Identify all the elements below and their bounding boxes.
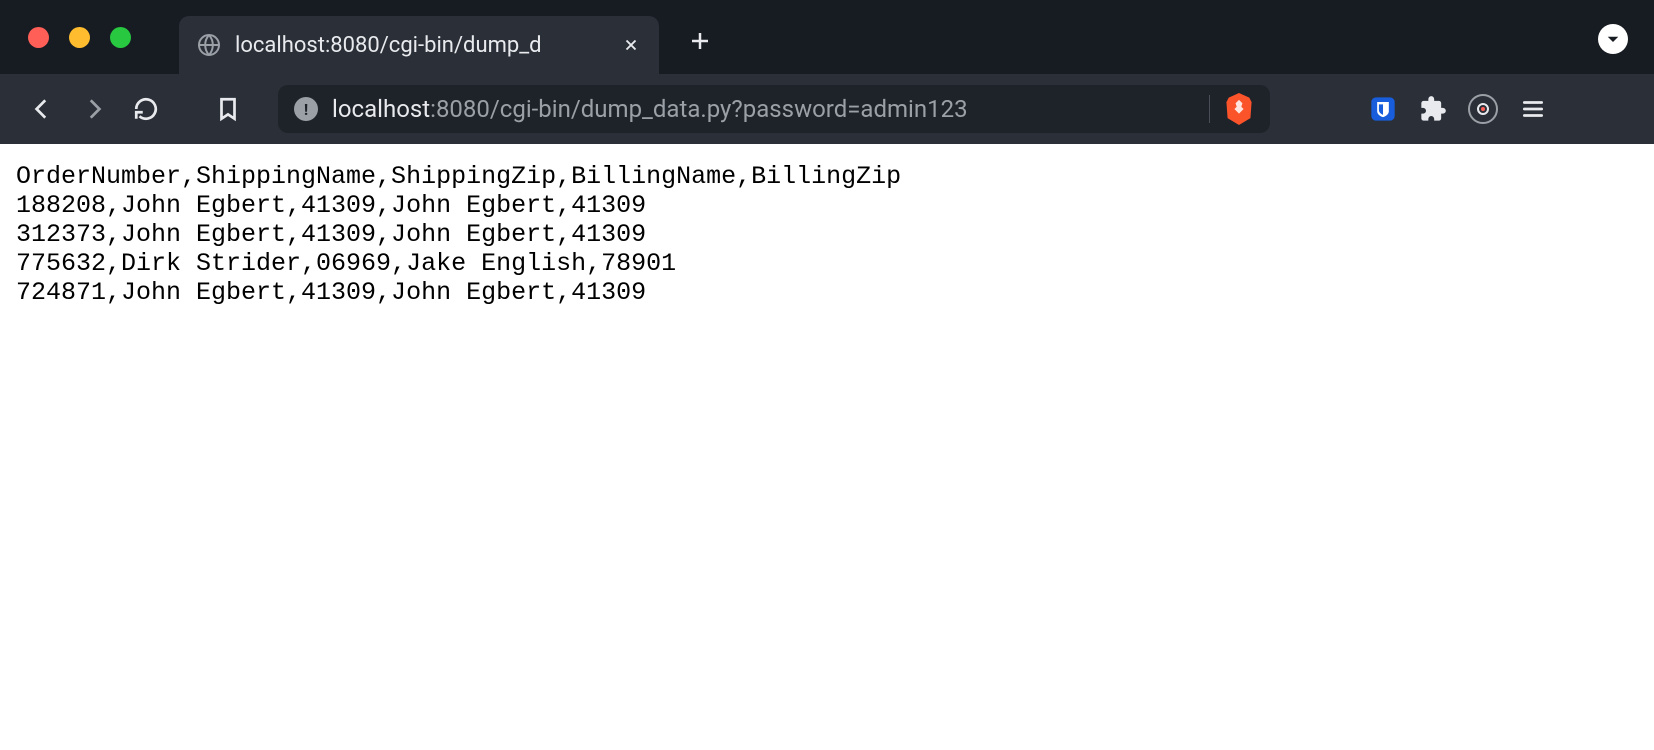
csv-row: 188208,John Egbert,41309,John Egbert,413… [16,191,646,220]
tab-bar: localhost:8080/cgi-bin/dump_d [0,0,1654,74]
bitwarden-extension-icon[interactable] [1368,94,1398,124]
csv-row: 312373,John Egbert,41309,John Egbert,413… [16,220,646,249]
account-menu-icon[interactable] [1468,94,1498,124]
url-path: :8080/cgi-bin/dump_data.py?password=admi… [430,95,967,123]
url-host: localhost [332,95,430,123]
csv-output: OrderNumber,ShippingName,ShippingZip,Bil… [16,162,1638,307]
browser-tab[interactable]: localhost:8080/cgi-bin/dump_d [179,16,659,74]
toolbar: ! localhost:8080/cgi-bin/dump_data.py?pa… [0,74,1654,144]
extensions-icon[interactable] [1418,94,1448,124]
address-bar[interactable]: ! localhost:8080/cgi-bin/dump_data.py?pa… [278,85,1270,133]
divider [1209,95,1210,123]
reload-button[interactable] [124,87,168,131]
window-controls [28,27,131,48]
back-button[interactable] [20,87,64,131]
csv-row: 724871,John Egbert,41309,John Egbert,413… [16,278,646,307]
page-content: OrderNumber,ShippingName,ShippingZip,Bil… [0,144,1654,325]
menu-icon[interactable] [1518,94,1548,124]
maximize-window-button[interactable] [110,27,131,48]
tab-title: localhost:8080/cgi-bin/dump_d [235,33,607,58]
close-window-button[interactable] [28,27,49,48]
profile-button[interactable] [1598,24,1628,54]
forward-button[interactable] [72,87,116,131]
close-tab-button[interactable] [621,35,641,55]
bookmark-button[interactable] [206,87,250,131]
new-tab-button[interactable] [679,20,721,62]
minimize-window-button[interactable] [69,27,90,48]
brave-shields-icon[interactable] [1224,93,1254,125]
url-display: localhost:8080/cgi-bin/dump_data.py?pass… [332,95,968,123]
globe-icon [197,33,221,57]
csv-header: OrderNumber,ShippingName,ShippingZip,Bil… [16,162,901,191]
site-info-icon[interactable]: ! [294,97,318,121]
csv-row: 775632,Dirk Strider,06969,Jake English,7… [16,249,676,278]
